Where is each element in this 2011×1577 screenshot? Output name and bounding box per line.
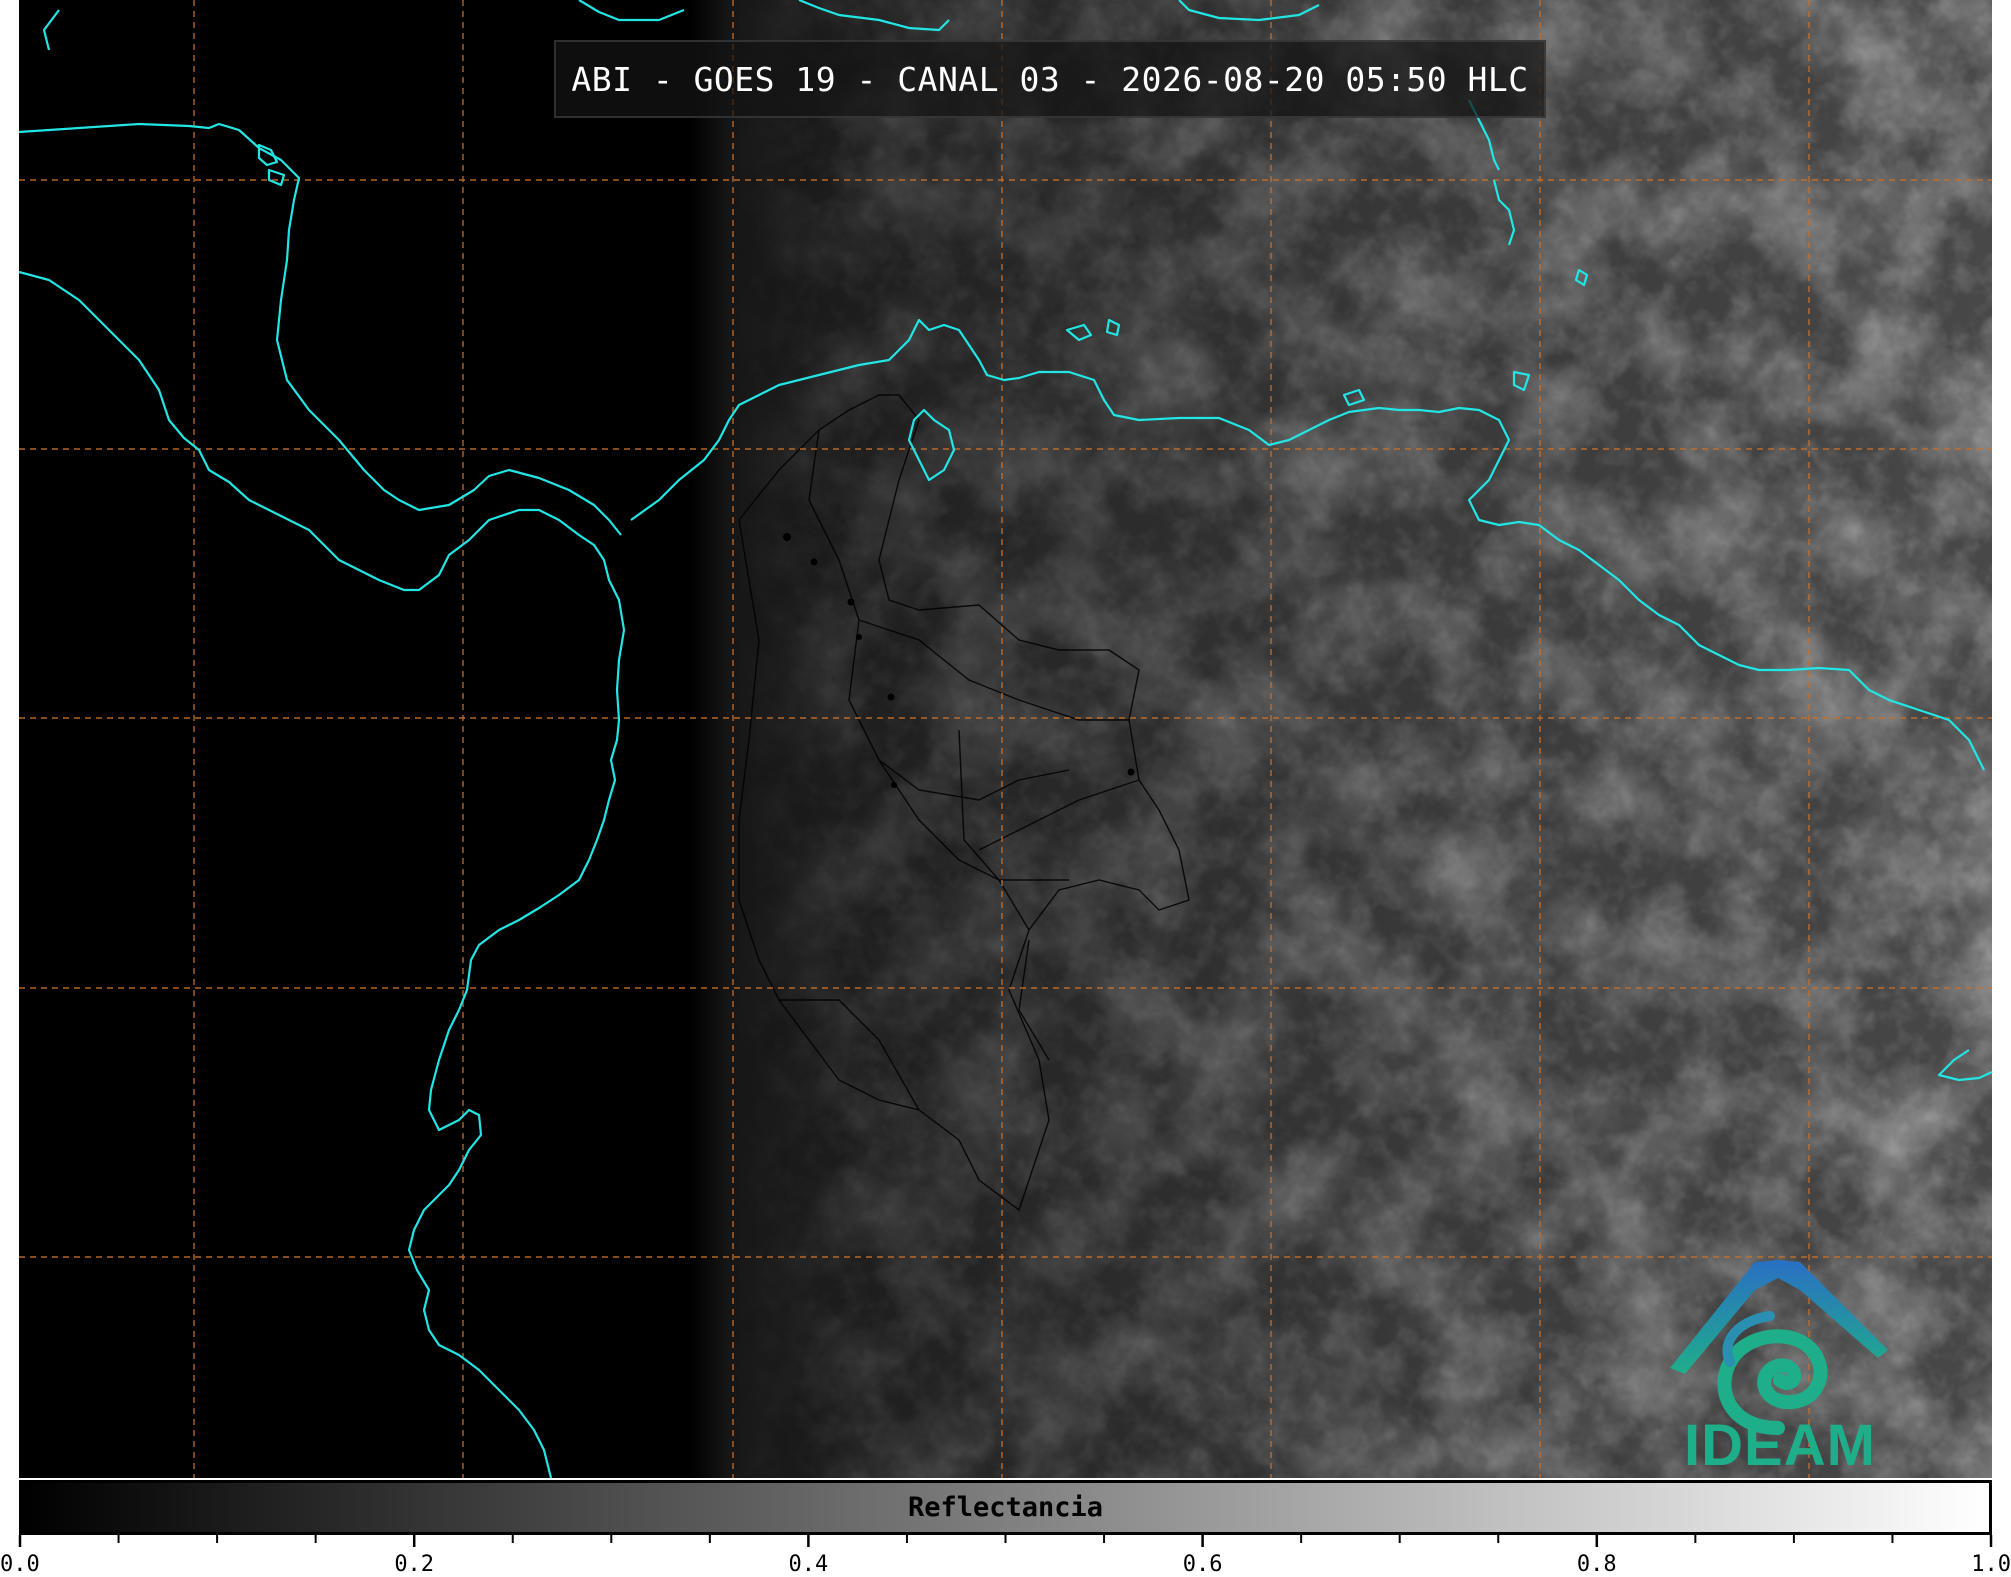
colorbar: Reflectancia	[19, 1480, 1992, 1535]
colorbar-axis: 0.0 0.2 0.4 0.6 0.8 1.0	[0, 1535, 2011, 1577]
colorbar-tick-label: 0.2	[394, 1552, 434, 1577]
colorbar-tick-label: 0.4	[789, 1552, 829, 1577]
colorbar-tick-label: 0.0	[0, 1552, 40, 1577]
colorbar-tick-label: 1.0	[1971, 1552, 2011, 1577]
map-title: ABI - GOES 19 - CANAL 03 - 2026-08-20 05…	[554, 40, 1546, 118]
logo-text: IDEAM	[1684, 1413, 1876, 1478]
colorbar-label: Reflectancia	[907, 1492, 1104, 1523]
colorbar-tick-label: 0.6	[1183, 1552, 1223, 1577]
colorbar-tick-label: 0.8	[1577, 1552, 1617, 1577]
